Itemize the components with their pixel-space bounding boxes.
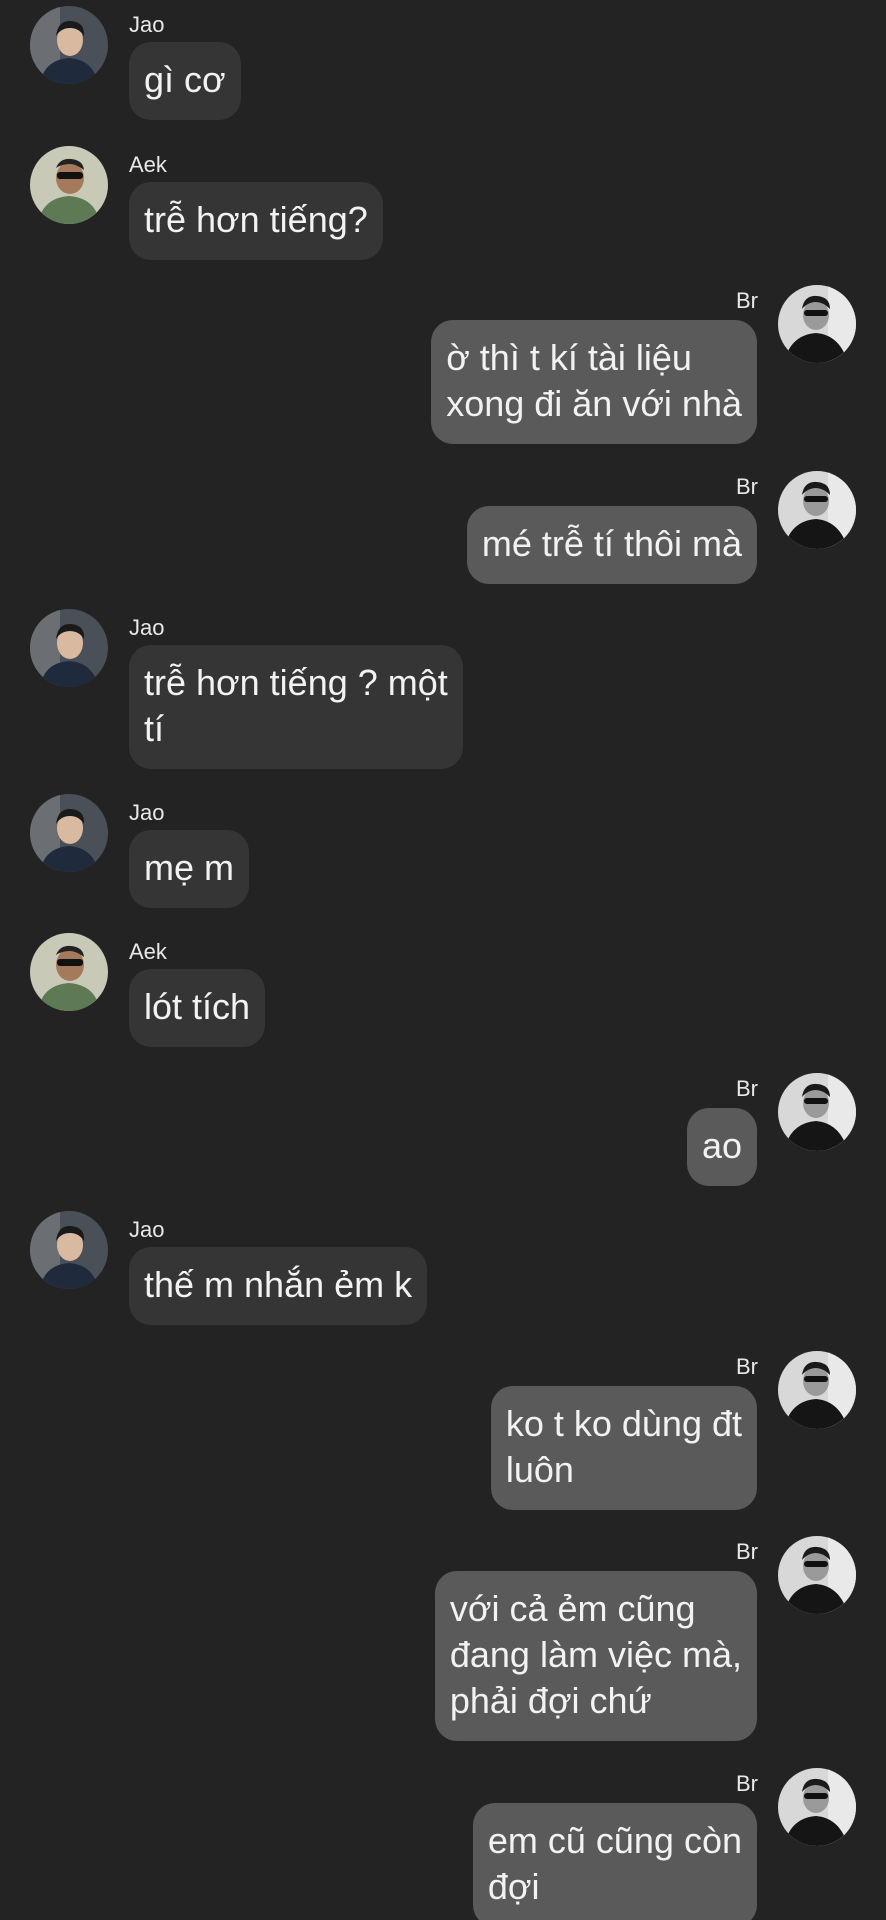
sender-name: Jao xyxy=(129,800,165,825)
sender-name: Jao xyxy=(129,12,165,37)
avatar-br-image xyxy=(778,1768,856,1846)
avatar-jao-image xyxy=(30,1211,108,1289)
message-bubble[interactable]: mẹ m xyxy=(129,830,249,908)
message-bubble[interactable]: với cả ẻm cũng đang làm việc mà, phải đợ… xyxy=(434,1571,757,1741)
sender-name: Br xyxy=(736,1076,758,1101)
message-bubble[interactable]: ờ thì t kí tài liệu xong đi ăn với nhà xyxy=(431,320,757,444)
avatar-jao[interactable] xyxy=(30,1211,108,1289)
sender-name: Br xyxy=(736,1354,758,1379)
avatar-jao-image xyxy=(30,6,108,84)
chat-thread[interactable]: Jao gì cơ Aek trễ hơn tiếng? Br ờ thì t … xyxy=(0,0,886,1920)
avatar-jao-image xyxy=(30,794,108,872)
sender-name: Aek xyxy=(129,939,167,964)
avatar-aek-image xyxy=(30,146,108,224)
message-bubble[interactable]: gì cơ xyxy=(129,42,241,120)
avatar-aek-image xyxy=(30,933,108,1011)
avatar-aek[interactable] xyxy=(30,146,108,224)
avatar-aek[interactable] xyxy=(30,933,108,1011)
avatar-br[interactable] xyxy=(778,1768,856,1846)
message-bubble[interactable]: ko t ko dùng đt luôn xyxy=(490,1386,757,1510)
message-bubble[interactable]: em cũ cũng còn đợi xyxy=(472,1803,757,1920)
sender-name: Jao xyxy=(129,1217,165,1242)
avatar-br[interactable] xyxy=(778,1073,856,1151)
avatar-br[interactable] xyxy=(778,1351,856,1429)
message-bubble[interactable]: thế m nhắn ẻm k xyxy=(129,1247,428,1325)
sender-name: Jao xyxy=(129,615,165,640)
avatar-br-image xyxy=(778,1536,856,1614)
avatar-jao-image xyxy=(30,609,108,687)
avatar-br-image xyxy=(778,1073,856,1151)
message-bubble[interactable]: ao xyxy=(686,1108,757,1186)
avatar-br[interactable] xyxy=(778,1536,856,1614)
sender-name: Br xyxy=(736,1539,758,1564)
avatar-br-image xyxy=(778,285,856,363)
message-bubble[interactable]: trễ hơn tiếng ? một tí xyxy=(129,645,463,769)
sender-name: Br xyxy=(736,1771,758,1796)
sender-name: Br xyxy=(736,474,758,499)
message-bubble[interactable]: lót tích xyxy=(129,969,266,1047)
avatar-jao[interactable] xyxy=(30,609,108,687)
avatar-br[interactable] xyxy=(778,285,856,363)
message-bubble[interactable]: mé trễ tí thôi mà xyxy=(466,506,757,584)
avatar-jao[interactable] xyxy=(30,6,108,84)
avatar-jao[interactable] xyxy=(30,794,108,872)
avatar-br-image xyxy=(778,471,856,549)
sender-name: Br xyxy=(736,288,758,313)
avatar-br-image xyxy=(778,1351,856,1429)
sender-name: Aek xyxy=(129,152,167,177)
avatar-br[interactable] xyxy=(778,471,856,549)
message-bubble[interactable]: trễ hơn tiếng? xyxy=(129,182,383,260)
